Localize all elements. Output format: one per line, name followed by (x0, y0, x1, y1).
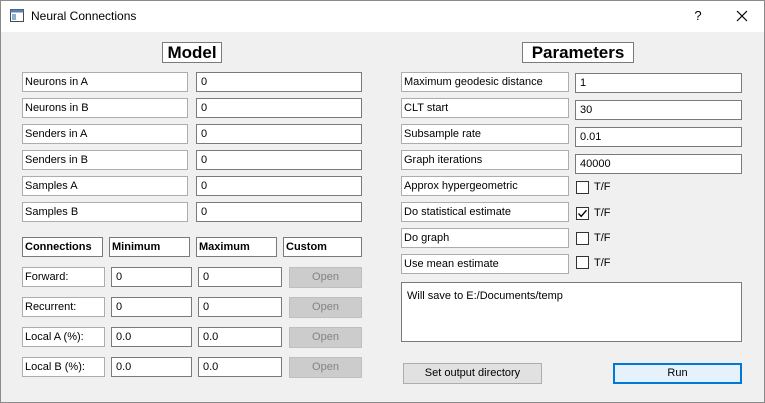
minimum-header: Minimum (109, 237, 190, 257)
title-bar: Neural Connections ? (1, 1, 764, 32)
max-geodesic-distance-label: Maximum geodesic distance (401, 72, 569, 92)
parameters-heading: Parameters (522, 42, 634, 63)
forward-max-field[interactable]: 0 (198, 267, 282, 287)
close-icon (736, 10, 748, 22)
samples-b-label: Samples B (22, 202, 188, 222)
local-a-label: Local A (%): (22, 327, 105, 347)
neurons-in-a-field[interactable]: 0 (196, 72, 362, 92)
output-log[interactable]: Will save to E:/Documents/temp (401, 282, 742, 342)
forward-open-button[interactable]: Open (289, 267, 362, 288)
local-a-max-field[interactable]: 0.0 (198, 327, 282, 347)
forward-label: Forward: (22, 267, 105, 287)
approx-hypergeometric-tf: T/F (594, 181, 611, 193)
samples-a-field[interactable]: 0 (196, 176, 362, 196)
window-title: Neural Connections (31, 9, 137, 23)
local-a-min-field[interactable]: 0.0 (111, 327, 192, 347)
do-statistical-estimate-label: Do statistical estimate (401, 202, 569, 222)
graph-iterations-label: Graph iterations (401, 150, 569, 170)
neural-connections-window: Neural Connections ? Model Neurons in A … (0, 0, 765, 403)
connections-header: Connections (22, 237, 103, 257)
set-output-directory-button[interactable]: Set output directory (403, 363, 542, 384)
do-graph-checkbox[interactable] (576, 232, 589, 245)
senders-in-a-field[interactable]: 0 (196, 124, 362, 144)
local-b-max-field[interactable]: 0.0 (198, 357, 282, 377)
subsample-rate-label: Subsample rate (401, 124, 569, 144)
app-icon (10, 9, 24, 22)
do-graph-label: Do graph (401, 228, 569, 248)
do-statistical-estimate-checkbox[interactable] (576, 207, 589, 220)
maximum-header: Maximum (196, 237, 277, 257)
forward-min-field[interactable]: 0 (111, 267, 192, 287)
subsample-rate-field[interactable]: 0.01 (575, 127, 742, 147)
senders-in-b-field[interactable]: 0 (196, 150, 362, 170)
senders-in-a-label: Senders in A (22, 124, 188, 144)
neurons-in-b-label: Neurons in B (22, 98, 188, 118)
custom-header: Custom (283, 237, 362, 257)
max-geodesic-distance-field[interactable]: 1 (575, 73, 742, 93)
clt-start-label: CLT start (401, 98, 569, 118)
local-a-open-button[interactable]: Open (289, 327, 362, 348)
samples-b-field[interactable]: 0 (196, 202, 362, 222)
approx-hypergeometric-checkbox[interactable] (576, 181, 589, 194)
recurrent-open-button[interactable]: Open (289, 297, 362, 318)
approx-hypergeometric-label: Approx hypergeometric (401, 176, 569, 196)
graph-iterations-field[interactable]: 40000 (575, 154, 742, 174)
senders-in-b-label: Senders in B (22, 150, 188, 170)
help-button[interactable]: ? (686, 5, 710, 27)
local-b-min-field[interactable]: 0.0 (111, 357, 192, 377)
recurrent-max-field[interactable]: 0 (198, 297, 282, 317)
use-mean-estimate-label: Use mean estimate (401, 254, 569, 274)
checkmark-icon (577, 209, 588, 218)
neurons-in-b-field[interactable]: 0 (196, 98, 362, 118)
use-mean-estimate-tf: T/F (594, 257, 611, 269)
close-button[interactable] (728, 5, 756, 27)
run-button[interactable]: Run (613, 363, 742, 384)
neurons-in-a-label: Neurons in A (22, 72, 188, 92)
model-heading: Model (162, 42, 222, 63)
do-graph-tf: T/F (594, 232, 611, 244)
do-statistical-estimate-tf: T/F (594, 207, 611, 219)
local-b-label: Local B (%): (22, 357, 105, 377)
recurrent-label: Recurrent: (22, 297, 105, 317)
recurrent-min-field[interactable]: 0 (111, 297, 192, 317)
use-mean-estimate-checkbox[interactable] (576, 256, 589, 269)
local-b-open-button[interactable]: Open (289, 357, 362, 378)
clt-start-field[interactable]: 30 (575, 100, 742, 120)
samples-a-label: Samples A (22, 176, 188, 196)
